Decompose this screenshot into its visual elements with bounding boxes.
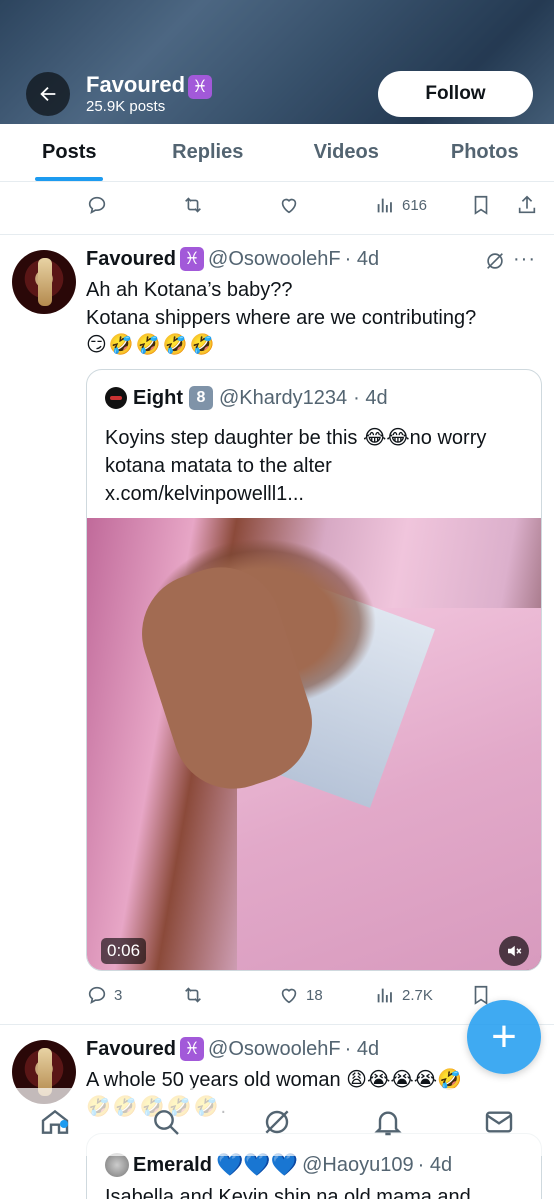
nav-notifications[interactable] (332, 1106, 443, 1138)
quote-time: · 4d (417, 1153, 453, 1176)
quote-header: Eight 8 @Khardy1234 · 4d (105, 386, 388, 410)
nav-search[interactable] (111, 1106, 222, 1138)
like-button[interactable]: 18 (278, 984, 323, 1006)
mute-button[interactable] (499, 936, 529, 966)
notification-dot (60, 1120, 68, 1128)
quote-author-handle: @Haoyu109 (302, 1153, 414, 1176)
quote-avatar (105, 387, 127, 409)
quote-text: Koyins step daughter be this 😂😂no worry … (105, 427, 487, 505)
author-name[interactable]: Favoured (86, 248, 176, 271)
reply-button[interactable] (86, 194, 108, 216)
tab-videos[interactable]: Videos (277, 124, 416, 181)
keycap-eight-icon: 8 (189, 386, 213, 410)
bottom-navigation (0, 1088, 554, 1156)
views-button[interactable]: 616 (374, 194, 427, 216)
views-count: 2.7K (402, 986, 433, 1004)
tweet-header: Favoured ♓ @OsowoolehF · 4d (86, 247, 379, 271)
bell-icon (374, 1111, 402, 1136)
nav-grok[interactable] (222, 1106, 333, 1138)
tweet-time: · 4d (344, 247, 380, 270)
quote-author-name: Eight (133, 386, 183, 409)
retweet-button[interactable] (182, 984, 204, 1006)
heart-icon (281, 988, 297, 1004)
search-icon (154, 1110, 180, 1135)
share-button[interactable] (516, 194, 538, 216)
quote-author-name: Emerald (133, 1153, 212, 1176)
mail-icon (485, 1111, 512, 1133)
profile-page: { "header": { "name": "Favoured", "badge… (0, 0, 554, 1199)
tweet-actions: 3 18 2.7K (86, 980, 542, 1010)
pisces-icon: ♓ (180, 1037, 205, 1061)
nav-home[interactable] (0, 1106, 111, 1138)
arrow-left-icon (40, 86, 56, 102)
views-count: 616 (402, 196, 428, 214)
retweet-button[interactable] (182, 194, 204, 216)
views-icon (377, 988, 392, 1003)
reply-button[interactable]: 3 (86, 984, 122, 1006)
bookmark-button[interactable] (470, 194, 492, 216)
mute-icon (508, 945, 522, 957)
back-button[interactable] (26, 72, 70, 116)
quote-author-handle: @Khardy1234 (219, 386, 348, 409)
previous-tweet-actions: 616 (86, 190, 542, 220)
avatar[interactable] (12, 250, 76, 314)
video-duration: 0:06 (101, 938, 147, 964)
tweet-emojis: 😏🤣🤣🤣🤣 (86, 334, 217, 356)
reply-count: 3 (114, 986, 123, 1004)
tweet-header: Favoured ♓ @OsowoolehF · 4d (86, 1037, 379, 1061)
reply-icon (88, 986, 106, 1004)
header-name: Favoured ♓ (86, 72, 213, 99)
reply-icon (88, 196, 106, 214)
like-count: 18 (306, 986, 323, 1004)
divider (0, 234, 554, 235)
pisces-icon: ♓ (188, 75, 213, 99)
follow-button[interactable]: Follow (378, 71, 533, 117)
quote-text: Isabella and Kevin ship na old mama and (105, 1186, 471, 1199)
like-button[interactable] (278, 194, 300, 216)
compose-button[interactable]: + (467, 1000, 541, 1074)
tab-replies[interactable]: Replies (139, 124, 278, 181)
tab-photos[interactable]: Photos (416, 124, 554, 181)
tab-posts[interactable]: Posts (0, 124, 139, 181)
more-options-button[interactable]: ··· (513, 248, 536, 271)
tweet-text-line-2: Kotana shippers where are we contributin… (86, 307, 477, 329)
profile-tabs: Posts Replies Videos Photos (0, 124, 554, 182)
author-name[interactable]: Favoured (86, 1038, 176, 1061)
nav-messages[interactable] (443, 1106, 554, 1138)
share-icon (518, 195, 536, 214)
quote-avatar (105, 1153, 129, 1177)
header-posts-count: 25.9K posts (86, 98, 166, 115)
heart-icon (281, 198, 297, 214)
retweet-icon (185, 987, 201, 1003)
bookmark-icon (474, 195, 488, 215)
quoted-tweet[interactable]: Eight 8 @Khardy1234 · 4d Koyins step dau… (86, 369, 542, 971)
views-icon (377, 198, 392, 213)
pisces-icon: ♓ (180, 247, 205, 271)
video-player[interactable]: 0:06 (87, 518, 541, 970)
views-button[interactable]: 2.7K (374, 984, 433, 1006)
retweet-icon (185, 197, 201, 213)
tweet-time: · 4d (344, 1037, 380, 1060)
author-handle[interactable]: @OsowoolehF (208, 1038, 341, 1061)
quote-time: · 4d (353, 386, 388, 409)
tweet-text-line-1: Ah ah Kotana’s baby?? (86, 279, 293, 301)
author-handle[interactable]: @OsowoolehF (208, 248, 341, 271)
grok-icon (265, 1110, 289, 1134)
grok-icon[interactable] (484, 250, 506, 272)
